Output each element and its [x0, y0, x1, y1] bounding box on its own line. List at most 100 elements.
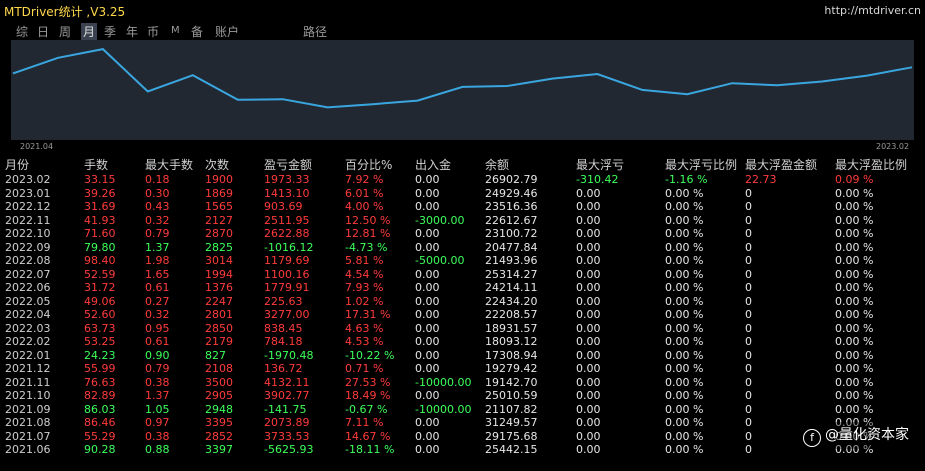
cell-maxfppct: 0.00 %	[835, 402, 874, 416]
cell-maxlots: 1.37	[145, 389, 170, 402]
tab-0[interactable]: 综	[16, 23, 28, 40]
table-row[interactable]: 2022.11 41.93 0.32 2127 2511.95 12.50 % -3000.…	[0, 214, 925, 227]
cell-balance: 18931.57	[485, 321, 538, 335]
cell-maxfppct: 0.00 %	[835, 335, 874, 348]
table-row[interactable]: 2022.06 31.72 0.61 1376 1779.91 7.93 % 0.00 242…	[0, 281, 925, 294]
cell-maxdd: 0.00	[576, 294, 601, 308]
cell-month: 2022.04	[5, 308, 51, 321]
cell-pct: 6.01 %	[345, 186, 384, 200]
cell-balance: 18093.12	[485, 335, 538, 348]
column-header[interactable]: 最大浮亏	[576, 156, 624, 173]
cell-maxfp: 0	[745, 240, 752, 254]
cell-flow: 0.00	[415, 240, 440, 254]
tab-8[interactable]: 备	[191, 23, 203, 40]
cell-lots: 33.15	[84, 173, 116, 186]
table-row[interactable]: 2022.12 31.69 0.43 1565 903.69 4.00 % 0.00 2351…	[0, 200, 925, 213]
table-row[interactable]: 2022.10 71.60 0.79 2870 2622.88 12.81 % 0.00 23…	[0, 227, 925, 240]
cell-maxfppct: 0.00 %	[835, 227, 874, 240]
column-header[interactable]: 出入金	[415, 156, 451, 173]
table-row[interactable]: 2021.06 90.28 0.88 3397 -5625.93 -18.11 % 0.00…	[0, 443, 925, 456]
tab-1[interactable]: 日	[37, 23, 49, 40]
tab-2[interactable]: 周	[59, 23, 71, 40]
cell-maxfp: 0	[745, 200, 752, 213]
x-start-label: 2021.04	[20, 142, 54, 151]
cell-maxdd: 0.00	[576, 200, 601, 213]
table-row[interactable]: 2021.11 76.63 0.38 3500 4132.11 27.53 % -10000…	[0, 376, 925, 389]
cell-maxfppct: 0.00 %	[835, 267, 874, 281]
cell-maxdd: 0.00	[576, 254, 601, 267]
cell-flow: -5000.00	[415, 254, 465, 267]
table-row[interactable]: 2022.02 53.25 0.61 2179 784.18 4.53 % 0.00 1809…	[0, 335, 925, 348]
cell-balance: 20477.84	[485, 240, 538, 254]
column-header[interactable]: 百分比%	[345, 156, 392, 173]
column-header[interactable]: 盈亏金额	[264, 156, 312, 173]
app-url-link[interactable]: http://mtdriver.cn	[824, 4, 921, 17]
table-row[interactable]: 2021.12 55.99 0.79 2108 136.72 0.71 % 0.00 1927…	[0, 362, 925, 375]
cell-month: 2022.03	[5, 321, 51, 335]
tab-10[interactable]: 路径	[303, 23, 327, 40]
cell-flow: -10000.00	[415, 375, 472, 389]
column-header[interactable]: 月份	[5, 156, 29, 173]
cell-count: 1565	[205, 200, 233, 213]
cell-maxfppct: 0.00 %	[835, 200, 874, 213]
cell-flow: 0.00	[415, 443, 440, 456]
tab-7[interactable]: M	[171, 25, 180, 36]
cell-count: 827	[205, 348, 226, 362]
column-header[interactable]: 手数	[84, 156, 108, 173]
title-bar: MTDriver统计 ,V3.25 http://mtdriver.cn	[0, 0, 925, 20]
cell-maxfp: 0	[745, 443, 752, 456]
cell-count: 2948	[205, 402, 233, 416]
cell-pct: -18.11 %	[345, 443, 395, 456]
table-row[interactable]: 2021.08 86.46 0.97 3395 2073.89 7.11 % 0.00 312…	[0, 416, 925, 429]
table-row[interactable]: 2022.03 63.73 0.95 2850 838.45 4.63 % 0.00 1893…	[0, 322, 925, 335]
tab-9[interactable]: 账户	[215, 23, 239, 40]
cell-lots: 55.99	[84, 362, 116, 375]
table-row[interactable]: 2022.08 98.40 1.98 3014 1179.69 5.81 % -5000.0…	[0, 254, 925, 267]
cell-maxddpct: 0.00 %	[665, 443, 704, 456]
cell-maxfppct: 0.00 %	[835, 308, 874, 321]
tab-5[interactable]: 年	[126, 23, 138, 40]
cell-count: 3395	[205, 416, 233, 429]
cell-lots: 52.59	[84, 267, 116, 281]
column-header[interactable]: 最大浮盈比例	[835, 156, 907, 173]
cell-pnl: 903.69	[264, 200, 303, 213]
cell-flow: 0.00	[415, 308, 440, 321]
table-row[interactable]: 2022.04 52.60 0.32 2801 3277.00 17.31 % 0.00 22…	[0, 308, 925, 321]
cell-maxddpct: 0.00 %	[665, 335, 704, 348]
cell-maxdd: 0.00	[576, 227, 601, 240]
tab-4[interactable]: 季	[104, 23, 116, 40]
cell-pnl: 1779.91	[264, 281, 310, 294]
cell-flow: 0.00	[415, 227, 440, 240]
cell-pct: -0.67 %	[345, 402, 388, 416]
cell-balance: 24214.11	[485, 281, 538, 294]
cell-count: 2852	[205, 429, 233, 443]
column-header[interactable]: 最大浮盈金额	[745, 156, 817, 173]
table-row[interactable]: 2021.09 86.03 1.05 2948 -141.75 -0.67 % -10000…	[0, 403, 925, 416]
watermark: f @量化资本家	[799, 422, 913, 449]
cell-flow: 0.00	[415, 362, 440, 375]
cell-balance: 24929.46	[485, 186, 538, 200]
column-header[interactable]: 次数	[205, 156, 229, 173]
watermark-text: @量化资本家	[825, 427, 909, 443]
table-row[interactable]: 2022.09 79.80 1.37 2825 -1016.12 -4.73 % 0.00 2…	[0, 241, 925, 254]
cell-maxfp: 0	[745, 389, 752, 402]
table-row[interactable]: 2022.01 24.23 0.90 827 -1970.48 -10.22 % 0.00 1…	[0, 349, 925, 362]
column-header[interactable]: 余额	[485, 156, 509, 173]
column-header[interactable]: 最大浮亏比例	[665, 156, 737, 173]
table-row[interactable]: 2022.07 52.59 1.65 1994 1100.16 4.54 % 0.00 253…	[0, 268, 925, 281]
table-row[interactable]: 2021.07 55.29 0.38 2852 3733.53 14.67 % 0.00 29…	[0, 430, 925, 443]
column-header[interactable]: 最大手数	[145, 156, 193, 173]
cell-count: 3014	[205, 254, 233, 267]
cell-count: 2108	[205, 362, 233, 375]
cell-maxlots: 1.05	[145, 402, 170, 416]
cell-flow: 0.00	[415, 335, 440, 348]
cell-maxddpct: 0.00 %	[665, 375, 704, 389]
table-row[interactable]: 2023.01 39.26 0.30 1869 1413.10 6.01 % 0.00 249…	[0, 187, 925, 200]
tab-3[interactable]: 月	[81, 23, 98, 40]
table-row[interactable]: 2022.05 49.06 0.27 2247 225.63 1.02 % 0.00 2243…	[0, 295, 925, 308]
cell-count: 2127	[205, 213, 233, 227]
cell-flow: 0.00	[415, 321, 440, 335]
table-row[interactable]: 2021.10 82.89 1.37 2905 3902.77 18.49 % 0.00 25…	[0, 389, 925, 402]
tab-6[interactable]: 币	[147, 23, 159, 40]
table-row[interactable]: 2023.02 33.15 0.18 1900 1973.33 7.92 % 0.00 269…	[0, 173, 925, 186]
